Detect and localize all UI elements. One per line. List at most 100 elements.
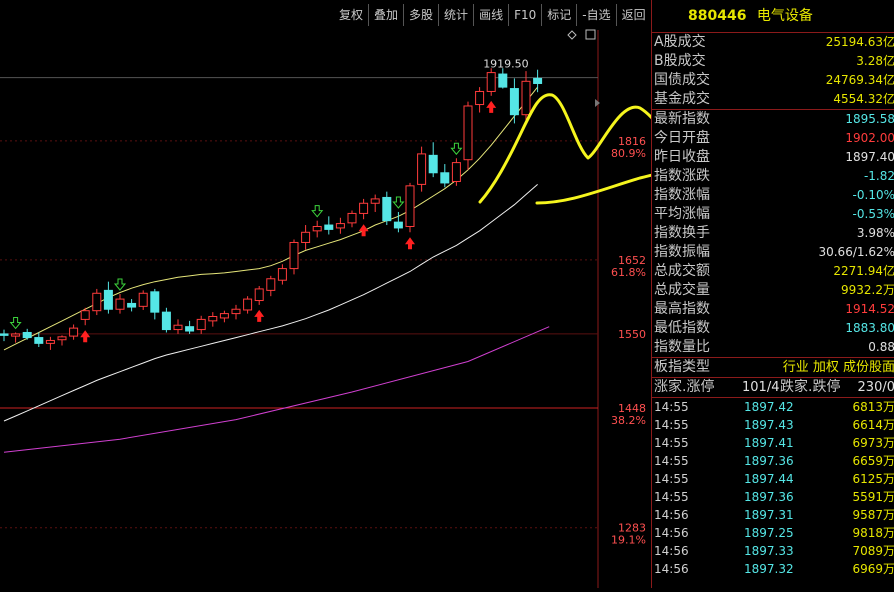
toolbar-button-8[interactable]: 返回 [615,4,651,26]
trade-volume: 6659万 [852,454,894,468]
sell-arrow-icon [113,278,127,291]
candle-body [161,311,171,331]
candle-body [417,153,427,185]
index-code: 880446 [688,8,747,24]
candle-body [243,298,253,311]
quote-panel: 880446 电气设备 A股成交 25194.63亿 B股成交 3.28亿 国债成交 24… [651,0,894,588]
candle-body [428,154,438,174]
index-stat-label: 最低指数 [654,320,710,336]
index-stat-row: 平均涨幅 -0.53% [652,205,894,224]
trade-price: 1897.44 [744,472,794,486]
market-stat-value: 24769.34亿 [825,73,894,87]
market-stat-row: 基金成交 4554.32亿 [652,90,894,109]
trade-volume: 6973万 [852,436,894,450]
candle-body [486,72,496,92]
ma-long-line [3,326,550,453]
index-stat-row: 今日开盘 1902.00 [652,129,894,148]
candle-body [266,278,276,291]
toolbar-button-5[interactable]: F10 [508,4,542,26]
index-stat-value: 30.66/1.62% [818,245,894,259]
toolbar-button-6[interactable]: 标记 [541,4,577,26]
down-count-label: 跌家.跌停 [780,379,841,395]
candle-body [254,288,264,302]
trade-price: 1897.43 [744,418,794,432]
trade-row: 14:55 1897.44 6125万 [652,470,894,488]
candle-body [509,88,519,116]
y-tick-pct: 80.9% [611,147,646,160]
board-type-label: 板指类型 [654,359,710,375]
candle-body [324,224,334,230]
breadth-row: 涨家.涨停 101/4 跌家.跌停 230/0 [652,378,894,397]
trade-price: 1897.42 [744,400,794,414]
market-stat-row: B股成交 3.28亿 [652,52,894,71]
candle-body [451,162,461,182]
index-stat-value: -0.10% [852,188,894,202]
sell-arrow-icon [9,316,22,330]
candle-body [301,231,311,243]
index-stat-label: 最新指数 [654,111,710,127]
index-stat-value: 1897.40 [845,150,894,164]
trade-row: 14:56 1897.25 9818万 [652,524,894,542]
tick-trades: 14:55 1897.42 6813万 14:55 1897.43 6614万 14:55 1… [652,398,894,578]
index-name: 电气设备 [756,8,813,24]
window-icon [585,29,596,40]
trade-price: 1897.36 [744,490,794,504]
candle-body [347,212,357,224]
toolbar-button-4[interactable]: 画线 [473,4,509,26]
index-stat-row: 总成交额 2271.94亿 [652,262,894,281]
board-type-row: 板指类型 行业 加权 成份股面 [652,358,894,377]
index-stat-row: 最低指数 1883.80 [652,319,894,338]
candle-body [370,198,380,204]
index-stat-row: 指数涨跌 -1.82 [652,167,894,186]
candle-body [359,202,369,214]
index-stat-label: 指数量比 [654,339,710,355]
trade-price: 1897.25 [744,526,794,540]
trade-time: 14:56 [654,562,689,576]
y-tick-pct: 19.1% [611,534,646,547]
index-stat-label: 总成交额 [654,263,710,279]
candle-body [312,225,322,232]
market-stat-value: 4554.32亿 [833,92,894,106]
trade-row: 14:56 1897.33 7089万 [652,542,894,560]
index-stat-label: 指数涨跌 [654,168,710,184]
kline-chart-svg[interactable]: 181680.9%165261.8%1550144838.2%128319.1%… [0,0,817,588]
trade-row: 14:56 1897.31 9587万 [652,506,894,524]
candle-body [196,318,206,331]
index-stat-value: -0.53% [852,207,894,221]
candle-body [11,333,21,337]
trade-volume: 9818万 [852,526,894,540]
toolbar-button-1[interactable]: 叠加 [368,4,404,26]
y-tick-label: 1550 [618,328,646,341]
panel-header[interactable]: 880446 电气设备 [652,0,894,32]
market-stat-row: A股成交 25194.63亿 [652,33,894,52]
candle-body [57,336,67,341]
toolbar-button-3[interactable]: 统计 [438,4,474,26]
candle-body [80,310,90,320]
trade-price: 1897.41 [744,436,794,450]
index-stat-row: 最新指数 1895.58 [652,110,894,129]
trade-row: 14:56 1897.32 6969万 [652,560,894,578]
kline-chart[interactable]: 1816 80.9% 1652 61.8% 1550 1448 38.2% 1283 19.1%… [0,0,817,588]
candle-body [34,337,44,344]
trade-row: 14:55 1897.42 6813万 [652,398,894,416]
candle-body [127,302,137,308]
toolbar-button-2[interactable]: 多股 [403,4,439,26]
index-stat-label: 昨日收盘 [654,149,710,165]
trade-price: 1897.36 [744,454,794,468]
toolbar-button-7[interactable]: -自选 [576,4,616,26]
buy-arrow-icon [405,237,415,250]
index-stat-value: -1.82 [863,169,894,183]
trade-price: 1897.31 [744,508,794,522]
market-stat-row: 国债成交 24769.34亿 [652,71,894,90]
toolbar-button-0[interactable]: 复权 [334,4,369,26]
index-stat-label: 指数换手 [654,225,710,241]
market-stat-label: 国债成交 [654,72,710,88]
candle-body [185,326,195,332]
trade-time: 14:55 [654,400,689,414]
market-stat-value: 25194.63亿 [825,35,894,49]
candle-body [277,268,287,281]
market-stat-label: B股成交 [654,53,706,69]
candle-body [405,185,415,227]
candle-body [150,291,160,313]
trade-row: 14:55 1897.43 6614万 [652,416,894,434]
